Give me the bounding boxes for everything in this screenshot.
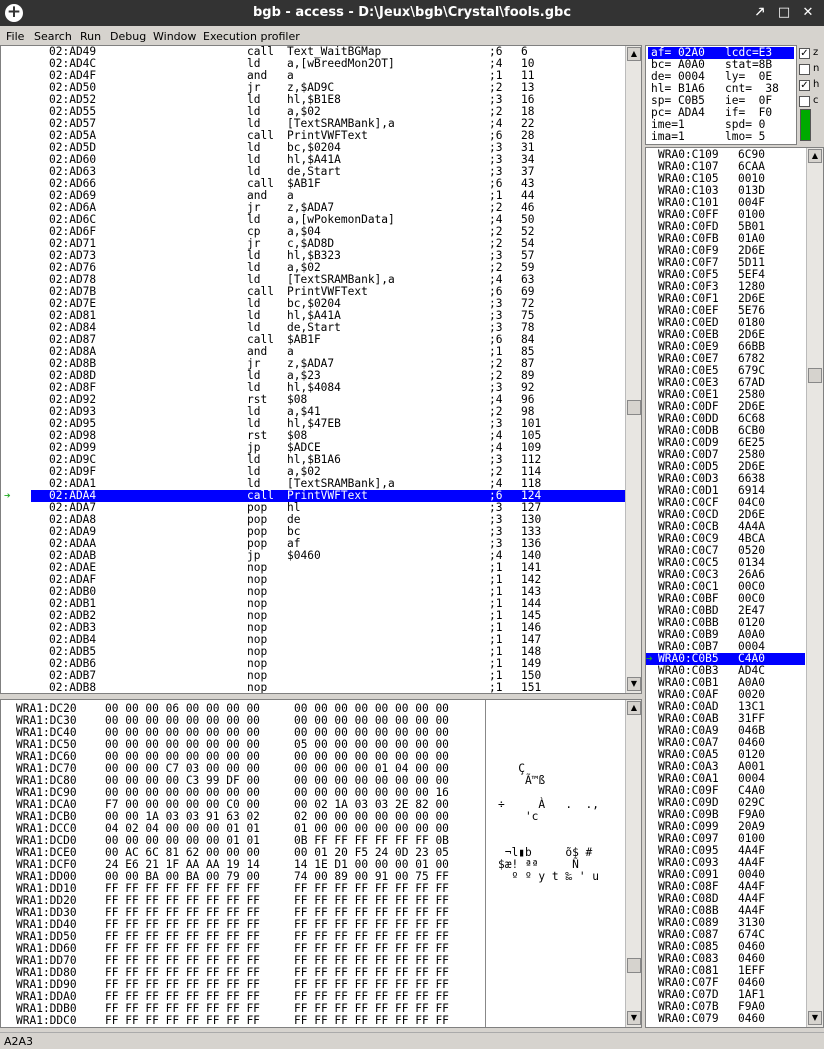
minimize-button[interactable]: 🡕: [752, 5, 768, 21]
title-bar: + bgb - access - D:\Jeux\bgb\Crystal\foo…: [0, 0, 824, 26]
register-value: lmo= 5: [725, 130, 766, 143]
disasm-address: 02:ADB8: [49, 681, 97, 694]
scroll-up-arrow-icon[interactable]: ▲: [627, 47, 641, 61]
scroll-up-arrow-icon[interactable]: ▲: [808, 149, 822, 163]
disasm-operand: a,[wBreedMon2OT]: [287, 57, 395, 70]
stack-pane[interactable]: WRA0:C109 6C90 WRA0:C107 6CAA WRA0:C105 0010 W…: [645, 147, 824, 1028]
menu-window[interactable]: Window: [153, 30, 196, 43]
disasm-row[interactable]: 02:AD8B jr z,$ADA7 ;2 87: [31, 358, 625, 370]
hex-ascii: 'c: [498, 810, 539, 823]
flag-n-label: n: [813, 63, 820, 74]
close-button[interactable]: ✕: [800, 5, 816, 21]
flag-n-checkbox[interactable]: [799, 64, 810, 75]
flag-h-checkbox[interactable]: ✓: [799, 80, 810, 91]
scrollbar-thumb[interactable]: [808, 368, 822, 383]
disasm-row[interactable]: 02:AD87 call $AB1F ;6 84: [31, 334, 625, 346]
status-bar: A2A3: [0, 1032, 824, 1049]
sp-arrow-icon: ➔: [646, 652, 653, 665]
disasm-row[interactable]: 02:AD73 ld hl,$B323 ;3 57: [31, 250, 625, 262]
hex-ascii: º º y t ‰ ' u: [498, 870, 600, 883]
disasm-operand: $0460: [287, 549, 321, 562]
flag-z-label: z: [813, 47, 819, 58]
disasm-total: 151: [521, 681, 542, 694]
menu-file[interactable]: File: [6, 30, 24, 43]
menu-run[interactable]: Run: [80, 30, 101, 43]
stack-row[interactable]: WRA0:C079 0460: [646, 1013, 805, 1025]
status-indicator: [800, 109, 811, 141]
maximize-button[interactable]: □: [776, 5, 792, 21]
registers-pane[interactable]: af= 02A0 lcdc=E3 bc= A0A0 stat=8B de= 0004 ly…: [645, 45, 797, 145]
pc-arrow-icon: ➔: [4, 489, 11, 502]
menu-search[interactable]: Search: [34, 30, 72, 43]
disasm-row[interactable]: 02:AD8F ld hl,$4084 ;3 92: [31, 382, 625, 394]
scrollbar-thumb[interactable]: [627, 400, 641, 415]
window-title: bgb - access - D:\Jeux\bgb\Crystal\fools…: [252, 5, 572, 20]
stack-address: WRA0:C079: [658, 1012, 719, 1025]
flag-c-checkbox[interactable]: [799, 96, 810, 107]
hex-bytes-low: FF FF FF FF FF FF FF FF: [105, 1014, 260, 1027]
flag-c-label: c: [813, 95, 819, 106]
scroll-down-arrow-icon[interactable]: ▼: [808, 1011, 822, 1025]
disasm-row[interactable]: 02:AD66 call $AB1F ;6 43: [31, 178, 625, 190]
flag-z-checkbox[interactable]: ✓: [799, 48, 810, 59]
stack-scrollbar[interactable]: ▲ ▼: [806, 148, 823, 1027]
disasm-mnemonic: nop: [247, 681, 268, 694]
menu-bar: File Search Run Debug Window Execution p…: [0, 27, 824, 45]
register-row: ima=1 lmo= 5: [648, 131, 794, 143]
hex-address: WRA1:DDC0: [16, 1014, 77, 1027]
register-value: ima=1: [651, 130, 685, 143]
hex-bytes-high: FF FF FF FF FF FF FF FF: [294, 1014, 449, 1027]
scroll-down-arrow-icon[interactable]: ▼: [627, 1011, 641, 1025]
flags-panel: ✓ z n ✓ h c: [799, 45, 824, 145]
disasm-row[interactable]: 02:ADB8 nop ;1 151: [31, 682, 625, 694]
hex-ascii: Ã™ß: [498, 774, 546, 787]
menu-debug[interactable]: Debug: [110, 30, 146, 43]
disassembly-scrollbar[interactable]: ▲ ▼: [625, 46, 641, 693]
scroll-down-arrow-icon[interactable]: ▼: [627, 677, 641, 691]
hex-row[interactable]: WRA1:DDC0 FF FF FF FF FF FF FF FF FF FF FF…: [1, 1015, 621, 1027]
disasm-row[interactable]: 02:AD4C ld a,[wBreedMon2OT] ;4 10: [31, 58, 625, 70]
scroll-up-arrow-icon[interactable]: ▲: [627, 701, 641, 715]
status-text: A2A3: [4, 1035, 34, 1048]
disasm-row[interactable]: 02:AD84 ld de,Start ;3 78: [31, 322, 625, 334]
flag-h-label: h: [813, 79, 820, 90]
disasm-cycles: ;1: [489, 681, 503, 694]
disasm-row[interactable]: 02:AD6C ld a,[wPokemonData] ;4 50: [31, 214, 625, 226]
disasm-row[interactable]: 02:AD52 ld hl,$B1E8 ;3 16: [31, 94, 625, 106]
scrollbar-thumb[interactable]: [627, 958, 641, 973]
menu-execution-profiler[interactable]: Execution profiler: [203, 30, 300, 43]
memory-scrollbar[interactable]: ▲ ▼: [625, 700, 641, 1027]
memory-hex-pane[interactable]: WRA1:DC20 00 00 00 06 00 00 00 00 00 00 00…: [0, 699, 642, 1028]
disasm-row[interactable]: 02:AD92 rst $08 ;4 96: [31, 394, 625, 406]
disassembly-pane[interactable]: 02:AD49 call Text_WaitBGMap ;6 6 02:AD4C ld a,[…: [0, 45, 642, 694]
disasm-row[interactable]: 02:AD63 ld de,Start ;3 37: [31, 166, 625, 178]
stack-value: 0460: [738, 1012, 765, 1025]
